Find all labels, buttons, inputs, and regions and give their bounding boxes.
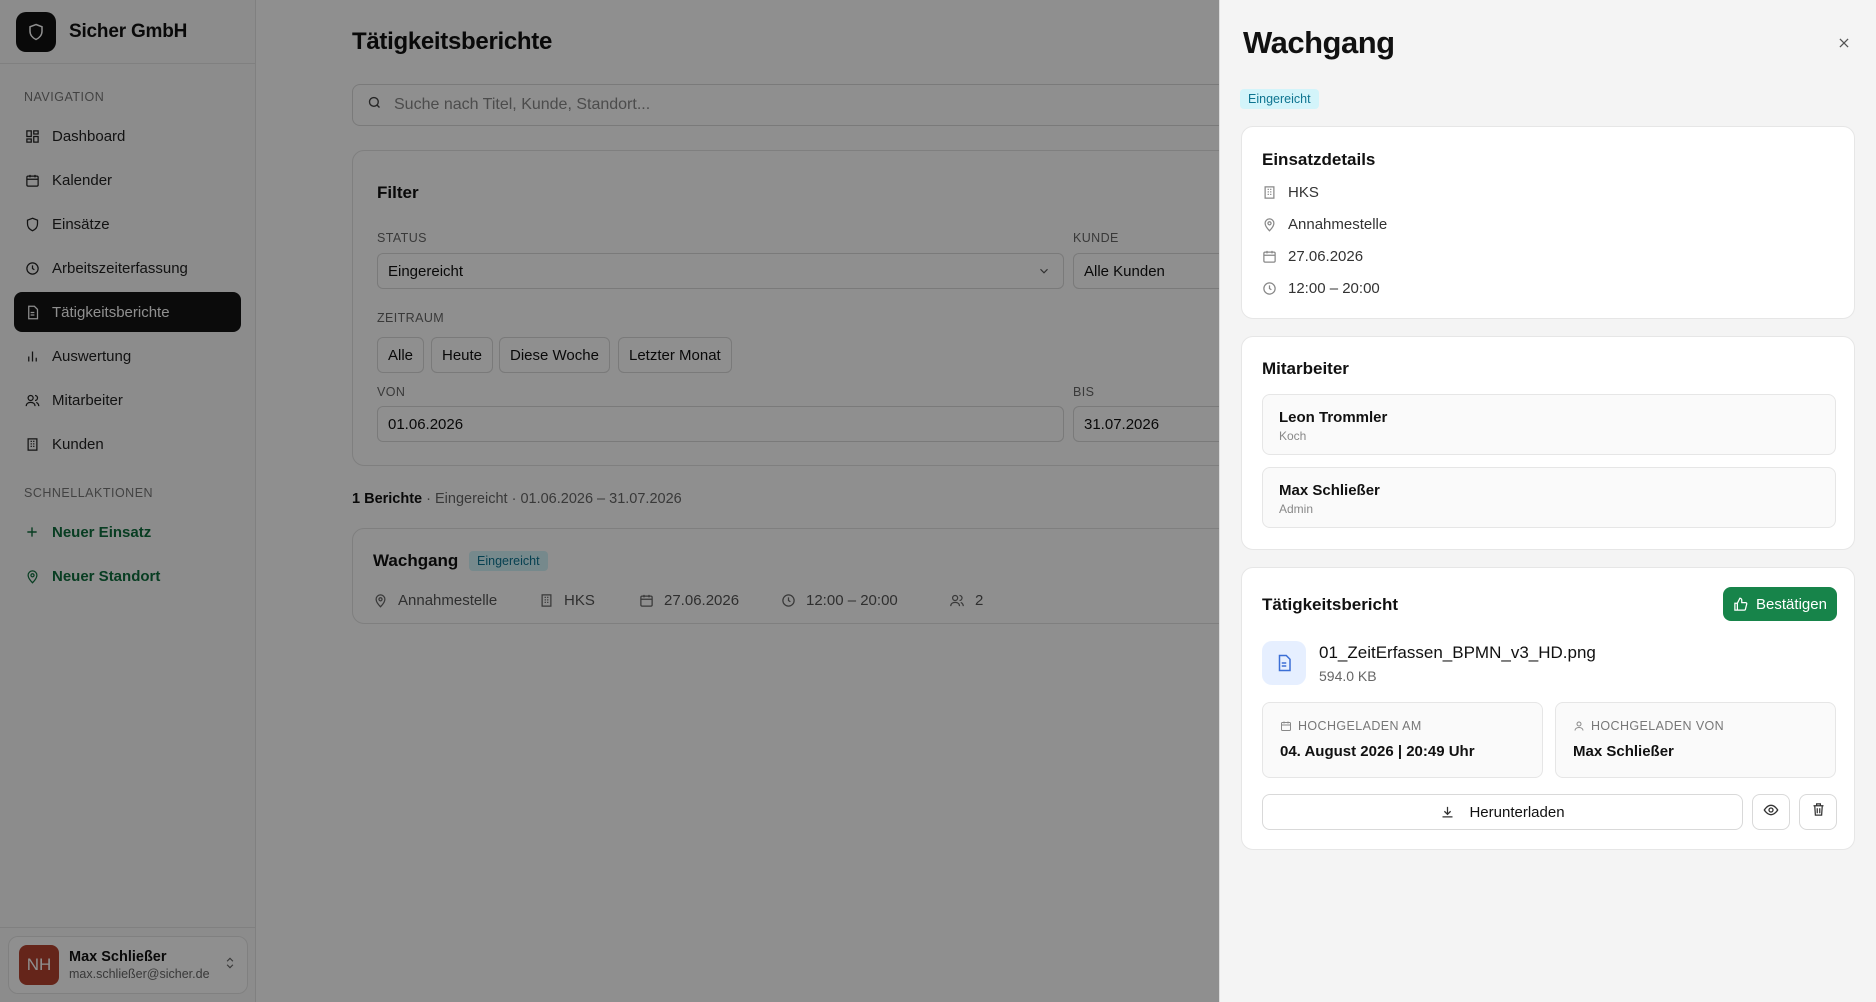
report-detail-drawer: Wachgang Eingereicht Einsatzdetails HKS … bbox=[1219, 0, 1876, 1002]
detail-time-text: 12:00 – 20:00 bbox=[1288, 280, 1380, 297]
employee-card[interactable]: Max Schließer Admin bbox=[1262, 467, 1836, 528]
detail-location-text: Annahmestelle bbox=[1288, 216, 1388, 233]
file-icon bbox=[1262, 641, 1306, 685]
einsatzdetails-panel: Einsatzdetails HKS Annahmestelle 27.06.2… bbox=[1241, 126, 1855, 319]
detail-date-text: 27.06.2026 bbox=[1288, 248, 1364, 265]
trash-icon bbox=[1811, 802, 1826, 822]
map-pin-icon bbox=[1262, 217, 1278, 232]
uploaded-at-label: HOCHGELADEN AM bbox=[1298, 719, 1422, 733]
einsatzdetails-title: Einsatzdetails bbox=[1262, 150, 1376, 169]
employee-role: Admin bbox=[1279, 502, 1314, 516]
download-icon bbox=[1440, 805, 1455, 820]
confirm-button-label: Bestätigen bbox=[1756, 595, 1827, 613]
download-button-label: Herunterladen bbox=[1469, 803, 1565, 821]
detail-time: 12:00 – 20:00 bbox=[1262, 280, 1380, 297]
mitarbeiter-title: Mitarbeiter bbox=[1262, 359, 1349, 378]
employee-name: Max Schließer bbox=[1279, 482, 1380, 499]
uploaded-by-label: HOCHGELADEN VON bbox=[1591, 719, 1725, 733]
user-icon bbox=[1573, 720, 1585, 732]
calendar-icon bbox=[1262, 249, 1278, 264]
employee-card[interactable]: Leon Trommler Koch bbox=[1262, 394, 1836, 455]
file-name: 01_ZeitErfassen_BPMN_v3_HD.png bbox=[1319, 643, 1596, 662]
file-size: 594.0 KB bbox=[1319, 668, 1377, 684]
preview-button[interactable] bbox=[1752, 794, 1790, 830]
detail-date: 27.06.2026 bbox=[1262, 248, 1363, 265]
uploaded-at-box: HOCHGELADEN AM 04. August 2026 | 20:49 U… bbox=[1262, 702, 1543, 778]
delete-button[interactable] bbox=[1799, 794, 1837, 830]
download-button[interactable]: Herunterladen bbox=[1262, 794, 1743, 830]
building-icon bbox=[1262, 185, 1278, 200]
uploaded-by-box: HOCHGELADEN VON Max Schließer bbox=[1555, 702, 1836, 778]
detail-customer: HKS bbox=[1262, 184, 1319, 201]
detail-customer-text: HKS bbox=[1288, 184, 1319, 201]
drawer-title: Wachgang bbox=[1243, 25, 1395, 60]
uploaded-at-value: 04. August 2026 | 20:49 Uhr bbox=[1280, 743, 1475, 760]
employee-name: Leon Trommler bbox=[1279, 409, 1388, 426]
close-icon[interactable] bbox=[1837, 36, 1851, 50]
taetigkeitsbericht-title: Tätigkeitsbericht bbox=[1262, 595, 1399, 614]
mitarbeiter-panel: Mitarbeiter Leon Trommler Koch Max Schli… bbox=[1241, 336, 1855, 550]
calendar-icon bbox=[1280, 720, 1292, 732]
detail-location: Annahmestelle bbox=[1262, 216, 1387, 233]
uploaded-by-value: Max Schließer bbox=[1573, 743, 1674, 760]
eye-icon bbox=[1763, 802, 1779, 823]
status-badge: Eingereicht bbox=[1240, 89, 1319, 109]
clock-icon bbox=[1262, 281, 1278, 296]
taetigkeitsbericht-panel: Tätigkeitsbericht Bestätigen 01_ZeitErfa… bbox=[1241, 567, 1855, 850]
thumbs-up-icon bbox=[1733, 597, 1748, 612]
employee-role: Koch bbox=[1279, 429, 1307, 443]
confirm-button[interactable]: Bestätigen bbox=[1723, 587, 1837, 621]
